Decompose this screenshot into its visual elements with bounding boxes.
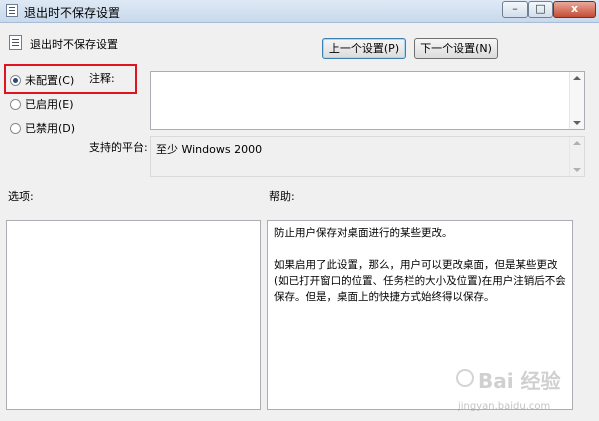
platform-scrollbar[interactable] — [569, 137, 584, 176]
maximize-button[interactable]: □ — [528, 1, 553, 18]
previous-setting-button[interactable]: 上一个设置(P) — [322, 38, 406, 59]
comment-scrollbar[interactable] — [569, 72, 584, 129]
next-setting-button[interactable]: 下一个设置(N) — [414, 38, 498, 59]
help-section-label: 帮助: — [269, 190, 295, 203]
radio-button-selected[interactable] — [10, 74, 21, 86]
radio-not-configured-label: 未配置(C) — [25, 74, 75, 87]
dialog-body: 退出时不保存设置 上一个设置(P) 下一个设置(N) 未配置(C) 已启用(E)… — [0, 23, 599, 412]
platform-value: 至少 Windows 2000 — [156, 143, 263, 156]
close-button[interactable]: x — [553, 1, 596, 18]
comment-label: 注释: — [89, 72, 115, 85]
scroll-down-icon[interactable] — [573, 168, 581, 172]
window-title: 退出时不保存设置 — [24, 6, 121, 20]
baidu-paw-icon — [456, 369, 474, 387]
radio-button[interactable] — [10, 98, 21, 110]
watermark-main: Bai 经验 — [478, 369, 561, 393]
setting-icon — [9, 35, 22, 50]
platform-label: 支持的平台: — [89, 141, 148, 154]
options-pane[interactable] — [6, 220, 261, 410]
scroll-down-icon[interactable] — [573, 121, 581, 125]
help-text: 防止用户保存对桌面进行的某些更改。 如果启用了此设置，那么，用户可以更改桌面，但… — [274, 227, 566, 303]
comment-textarea[interactable] — [150, 71, 585, 130]
watermark-sub: jingyan.baidu.com — [458, 401, 551, 412]
platform-field: 至少 Windows 2000 — [150, 136, 585, 177]
radio-disabled[interactable]: 已禁用(D) — [10, 120, 75, 136]
radio-not-configured[interactable]: 未配置(C) — [10, 72, 74, 88]
radio-button[interactable] — [10, 122, 21, 134]
setting-title: 退出时不保存设置 — [30, 38, 118, 51]
options-section-label: 选项: — [8, 190, 34, 203]
radio-enabled-label: 已启用(E) — [25, 98, 74, 111]
radio-disabled-label: 已禁用(D) — [25, 122, 76, 135]
radio-enabled[interactable]: 已启用(E) — [10, 96, 74, 112]
baidu-watermark: Bai 经验 jingyan.baidu.com — [456, 361, 596, 421]
scroll-up-icon[interactable] — [573, 76, 581, 80]
scroll-up-icon[interactable] — [573, 141, 581, 145]
title-bar[interactable]: 退出时不保存设置 – □ x — [0, 0, 599, 23]
policy-icon — [6, 4, 18, 17]
minimize-button[interactable]: – — [502, 1, 528, 18]
